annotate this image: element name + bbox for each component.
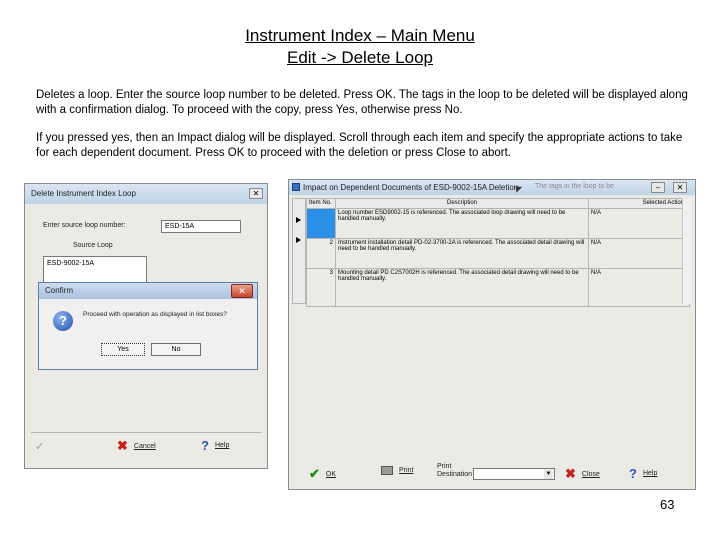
row-3-num: 3 bbox=[306, 268, 336, 307]
ok-check-icon: ✔ bbox=[309, 466, 320, 481]
impact-dialog-title: Impact on Dependent Documents of ESD-900… bbox=[303, 183, 519, 192]
page-number: 63 bbox=[660, 497, 675, 512]
delete-dialog-cancel-button[interactable]: ✖ Cancel bbox=[117, 438, 156, 454]
delete-loop-close-icon[interactable]: ✕ bbox=[249, 188, 263, 199]
source-loop-label: Enter source loop number: bbox=[43, 222, 126, 229]
help-question-icon: ? bbox=[629, 466, 637, 481]
close-x-icon: ✖ bbox=[565, 466, 576, 481]
delete-loop-dialog-titlebar: Delete Instrument Index Loop bbox=[25, 184, 267, 204]
current-row-indicator-icon bbox=[296, 217, 301, 223]
confirm-yes-button[interactable]: Yes bbox=[101, 343, 145, 356]
table-row[interactable]: 2 Instrument installation detail PD-02-3… bbox=[306, 238, 690, 269]
confirm-close-icon[interactable]: ✕ bbox=[231, 284, 253, 298]
confirm-dialog-titlebar: Confirm bbox=[39, 283, 257, 299]
slide-title-line1: Instrument Index – Main Menu bbox=[245, 26, 475, 45]
col-selected-actions: Selected Actions bbox=[588, 198, 690, 209]
impact-ok-button[interactable]: ✔ OK bbox=[309, 466, 336, 482]
delete-dialog-disabled-button: ✓ bbox=[35, 440, 44, 453]
row-3-action[interactable]: N/A bbox=[588, 268, 690, 307]
row-1-action[interactable]: N/A bbox=[588, 208, 690, 239]
print-destination-label: Print Destination bbox=[437, 463, 473, 478]
confirm-dialog-title: Confirm bbox=[45, 286, 74, 295]
row-2-action[interactable]: N/A bbox=[588, 238, 690, 269]
impact-dialog-titlebar: Impact on Dependent Documents of ESD-900… bbox=[289, 180, 695, 195]
table-row[interactable]: 3 Mounting detail PD C2S7002H is referen… bbox=[306, 268, 690, 307]
table-row[interactable]: 1 Loop number ESD9002-15 is referenced. … bbox=[306, 208, 690, 239]
app-icon bbox=[292, 183, 300, 191]
grid-vertical-scrollbar[interactable] bbox=[682, 198, 691, 304]
slide-title-line2: Edit -> Delete Loop bbox=[286, 48, 433, 67]
source-loop-field-label: Source Loop bbox=[73, 242, 113, 249]
impact-help-button-label: Help bbox=[642, 470, 658, 477]
row-2-description: Instrument installation detail PD-02-370… bbox=[335, 238, 589, 269]
col-item-no: Item No. bbox=[306, 198, 336, 209]
delete-dialog-divider bbox=[31, 432, 261, 433]
row-indicator-icon bbox=[296, 237, 301, 243]
print-button-label: Print bbox=[399, 467, 414, 474]
close-button-label: Close bbox=[581, 470, 600, 478]
description-paragraph-2: If you pressed yes, then an Impact dialo… bbox=[36, 132, 683, 159]
impact-dialog: Impact on Dependent Documents of ESD-900… bbox=[288, 179, 696, 490]
print-destination-select[interactable]: ▼ bbox=[473, 468, 555, 480]
help-button-label: Help bbox=[214, 442, 230, 449]
impact-grid: Item No. Description Selected Actions 1 … bbox=[306, 198, 690, 307]
impact-help-button[interactable]: ? Help bbox=[629, 466, 657, 481]
source-loop-input[interactable]: ESD-15A bbox=[161, 220, 241, 233]
cancel-button-label: Cancel bbox=[133, 442, 156, 450]
description-paragraph-1: Deletes a loop. Enter the source loop nu… bbox=[36, 89, 688, 116]
cancel-x-icon: ✖ bbox=[117, 438, 128, 453]
close-icon[interactable]: ✕ bbox=[673, 182, 687, 193]
check-icon: ✓ bbox=[35, 441, 45, 453]
impact-print-button[interactable]: Print bbox=[381, 466, 413, 475]
row-1-description: Loop number ESD9002-15 is referenced. Th… bbox=[335, 208, 589, 239]
row-2-num: 2 bbox=[306, 238, 336, 269]
confirm-no-button[interactable]: No bbox=[151, 343, 201, 356]
col-description: Description bbox=[335, 198, 589, 209]
list-item[interactable]: ESD-9002-15A bbox=[47, 259, 146, 269]
delete-loop-dialog-title: Delete Instrument Index Loop bbox=[31, 189, 136, 198]
chevron-down-icon: ▼ bbox=[544, 469, 553, 479]
row-1-num: 1 bbox=[306, 208, 336, 239]
no-button-label: No bbox=[171, 346, 181, 353]
confirm-dialog: Confirm ✕ ? Proceed with operation as di… bbox=[38, 282, 258, 370]
row-3-description: Mounting detail PD C2S7002H is reference… bbox=[335, 268, 589, 307]
minimize-icon[interactable]: – bbox=[651, 182, 665, 193]
grid-header-row: Item No. Description Selected Actions bbox=[306, 198, 690, 209]
help-question-icon: ? bbox=[201, 438, 209, 453]
question-icon: ? bbox=[53, 311, 73, 331]
tooltip: The tags in the loop to be bbox=[535, 183, 614, 190]
confirm-message: Proceed with operation as displayed in l… bbox=[83, 311, 227, 318]
printer-icon bbox=[381, 466, 393, 475]
yes-button-label: Yes bbox=[117, 346, 129, 353]
grid-row-header-column bbox=[292, 198, 306, 304]
delete-dialog-help-button[interactable]: ? Help bbox=[201, 438, 229, 453]
impact-close-button[interactable]: ✖ Close bbox=[565, 466, 600, 482]
ok-button-label: OK bbox=[325, 470, 337, 478]
